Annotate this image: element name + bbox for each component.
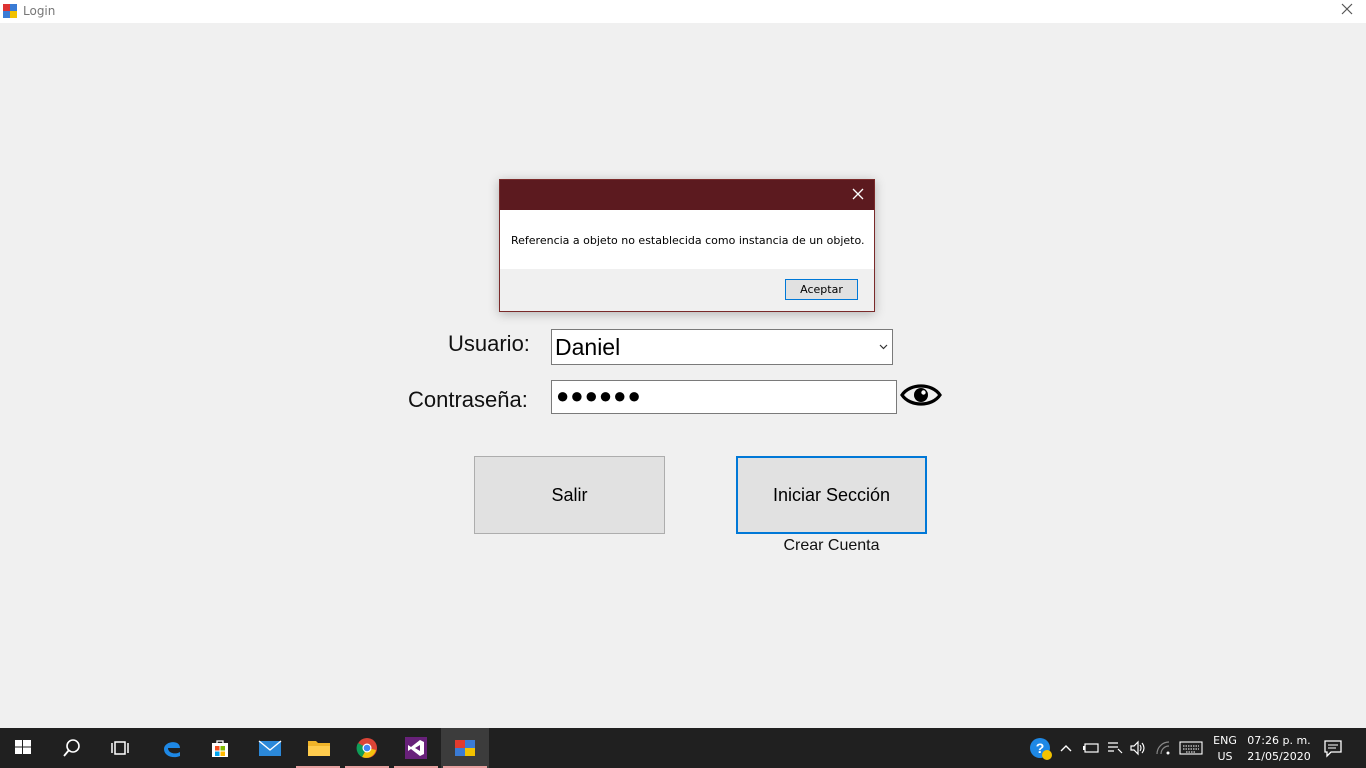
user-value: Daniel xyxy=(555,334,621,360)
password-mask: ●●●●●● xyxy=(556,383,642,408)
chevron-down-icon[interactable] xyxy=(879,342,888,351)
notifications-icon[interactable] xyxy=(1323,738,1343,758)
search-button[interactable] xyxy=(48,728,96,768)
task-view-icon xyxy=(111,741,129,755)
language-code: ENG xyxy=(1213,734,1237,747)
mail-button[interactable] xyxy=(245,728,293,768)
close-window-button[interactable] xyxy=(1338,2,1356,20)
dialog-close-icon[interactable] xyxy=(850,186,866,202)
error-dialog: Referencia a objeto no establecida como … xyxy=(499,179,875,312)
password-label: Contraseña: xyxy=(408,387,528,412)
clock[interactable]: 07:26 p. m. 21/05/2020 xyxy=(1244,733,1314,765)
dialog-titlebar xyxy=(500,180,874,210)
app-icon xyxy=(3,4,17,18)
close-icon xyxy=(1341,3,1353,15)
password-field[interactable]: ●●●●●● xyxy=(551,380,897,414)
edge-icon xyxy=(164,742,180,758)
clock-time: 07:26 p. m. xyxy=(1247,734,1311,747)
exit-button[interactable]: Salir xyxy=(474,456,665,534)
file-explorer-icon xyxy=(308,741,330,756)
mail-icon xyxy=(258,740,282,756)
login-button[interactable]: Iniciar Sección xyxy=(736,456,927,534)
login-app-taskbar-button[interactable] xyxy=(441,728,489,768)
help-icon[interactable]: ? xyxy=(1029,737,1053,761)
login-app-icon xyxy=(455,740,475,756)
search-icon xyxy=(63,739,80,757)
visual-studio-icon xyxy=(405,737,427,759)
windows-start-icon xyxy=(15,740,31,754)
chevron-up-icon[interactable] xyxy=(1059,742,1073,754)
store-button[interactable] xyxy=(196,728,244,768)
clock-date: 21/05/2020 xyxy=(1247,750,1311,763)
create-account-link[interactable]: Crear Cuenta xyxy=(736,537,927,555)
volume-icon[interactable] xyxy=(1129,739,1147,757)
dialog-message: Referencia a objeto no establecida como … xyxy=(511,234,865,247)
dialog-ok-button[interactable]: Aceptar xyxy=(785,279,858,300)
visual-studio-button[interactable] xyxy=(392,728,440,768)
eye-icon[interactable] xyxy=(900,378,942,412)
task-view-button[interactable] xyxy=(96,728,144,768)
language-indicator[interactable]: ENG US xyxy=(1208,733,1242,765)
file-explorer-button[interactable] xyxy=(294,728,342,768)
taskbar: ? ENG US 07:26 p. m. 21/05/2020 xyxy=(0,728,1366,768)
chrome-button[interactable] xyxy=(343,728,391,768)
network-icon[interactable] xyxy=(1106,739,1124,757)
window-title: Login xyxy=(23,4,56,18)
edge-button[interactable] xyxy=(148,728,196,768)
battery-icon[interactable] xyxy=(1082,740,1100,756)
window-titlebar: Login xyxy=(0,0,1366,23)
keyboard-layout: US xyxy=(1217,750,1233,763)
chrome-icon xyxy=(356,738,377,758)
keyboard-icon[interactable] xyxy=(1179,740,1203,756)
dialog-body: Referencia a objeto no establecida como … xyxy=(500,210,874,269)
wifi-icon[interactable] xyxy=(1154,739,1172,757)
user-combobox[interactable]: Daniel xyxy=(551,329,893,365)
start-button[interactable] xyxy=(0,728,48,768)
store-icon xyxy=(212,740,228,757)
user-label: Usuario: xyxy=(448,331,530,356)
